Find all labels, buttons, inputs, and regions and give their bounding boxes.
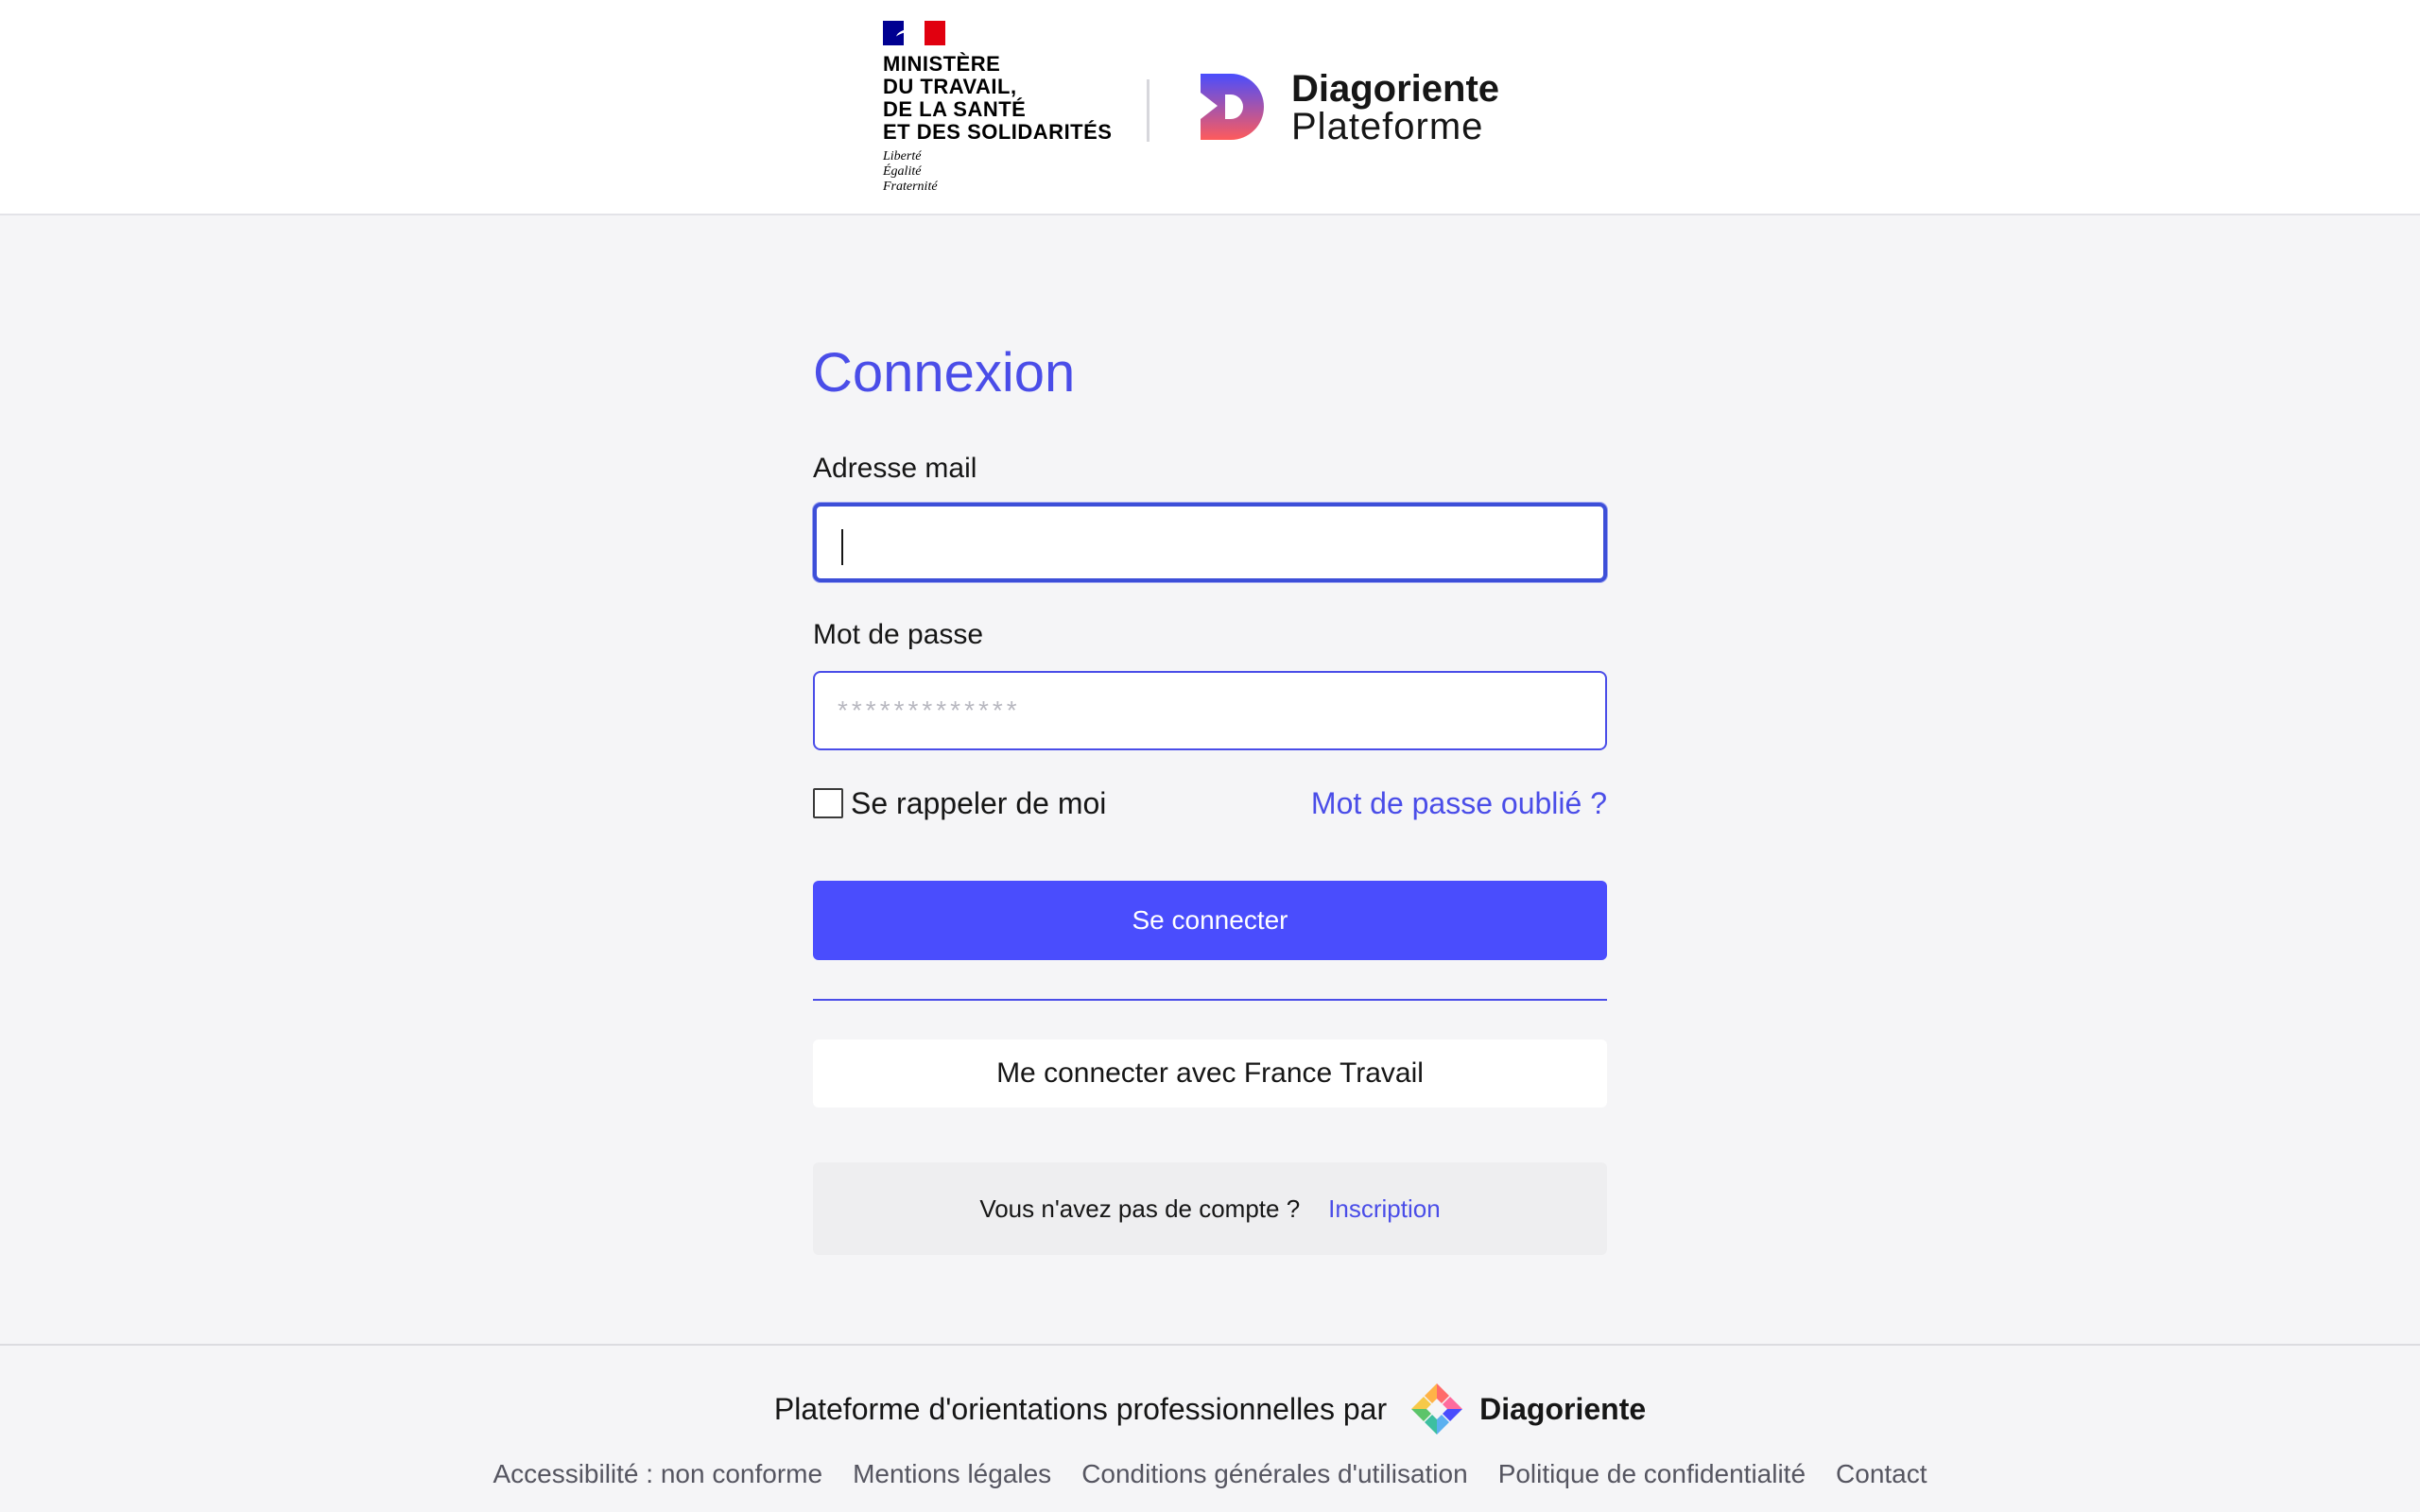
text-caret [841,529,843,565]
signup-box: Vous n'avez pas de compte ? Inscription [813,1162,1607,1255]
remember-me-label[interactable]: Se rappeler de moi [851,784,1106,822]
footer-tagline: Plateforme d'orientations professionnell… [0,1380,2420,1438]
email-label: Adresse mail [813,453,977,484]
no-account-text: Vous n'avez pas de compte ? [979,1194,1301,1223]
forgot-password-link[interactable]: Mot de passe oublié ? [1311,784,1607,822]
footer-brand-name: Diagoriente [1479,1391,1647,1426]
ministry-name: MINISTÈRE DU TRAVAIL, DE LA SANTÉ ET DES… [883,53,1112,144]
brand-name: Diagoriente [1291,68,1500,110]
motto-line: Égalité [883,164,922,179]
ministry-line: MINISTÈRE [883,52,1001,76]
remember-me-checkbox[interactable] [813,788,843,818]
site-footer: Plateforme d'orientations professionnell… [0,1344,2420,1512]
email-field[interactable] [813,503,1607,582]
government-logo[interactable]: MINISTÈRE DU TRAVAIL, DE LA SANTÉ ET DES… [883,21,1129,200]
page-title: Connexion [813,342,1076,404]
republic-motto: Liberté Égalité Fraternité [883,149,938,195]
login-button[interactable]: Se connecter [813,881,1607,960]
france-travail-login-button[interactable]: Me connecter avec France Travail [813,1040,1607,1108]
diagoriente-d-logo-icon[interactable] [1199,72,1269,142]
password-field[interactable] [813,671,1607,750]
motto-line: Liberté [883,149,922,163]
remember-me[interactable]: Se rappeler de moi [813,784,1106,822]
footer-link-terms[interactable]: Conditions générales d'utilisation [1081,1459,1468,1489]
footer-link-contact[interactable]: Contact [1836,1459,1927,1489]
diagoriente-color-logo-icon[interactable] [1408,1380,1466,1438]
ministry-line: DU TRAVAIL, [883,75,1017,98]
motto-line: Fraternité [883,180,938,194]
header-divider [1147,79,1150,142]
french-flag-icon [883,21,945,45]
footer-tagline-text: Plateforme d'orientations professionnell… [773,1391,1388,1426]
footer-links: Accessibilité : non conforme Mentions lé… [0,1459,2420,1489]
ministry-line: DE LA SANTÉ [883,97,1027,121]
brand-subtitle: Plateforme [1291,106,1484,147]
signup-link[interactable]: Inscription [1328,1194,1441,1224]
password-label: Mot de passe [813,619,984,650]
footer-link-accessibility[interactable]: Accessibilité : non conforme [493,1459,822,1489]
divider [813,999,1607,1001]
ministry-line: ET DES SOLIDARITÉS [883,120,1113,144]
site-header: MINISTÈRE DU TRAVAIL, DE LA SANTÉ ET DES… [0,0,2420,215]
footer-link-privacy[interactable]: Politique de confidentialité [1498,1459,1806,1489]
footer-link-legal[interactable]: Mentions légales [853,1459,1051,1489]
